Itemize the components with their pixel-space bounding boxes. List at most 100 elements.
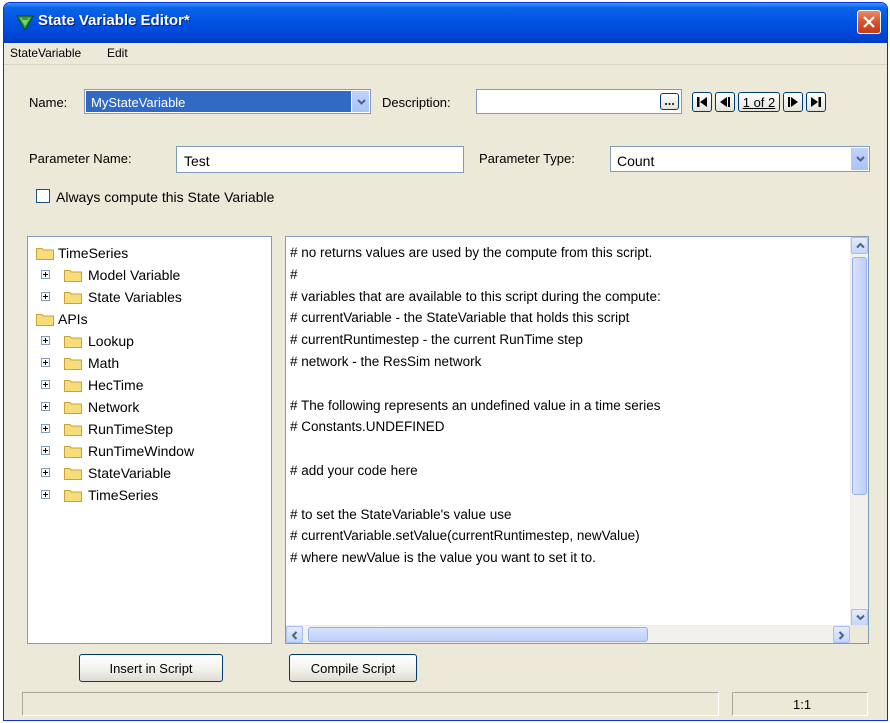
record-indicator[interactable]: 1 of 2 <box>738 92 780 112</box>
expand-plus-icon[interactable] <box>41 468 50 477</box>
api-tree[interactable]: TimeSeries Model Variable State Variable… <box>27 236 272 644</box>
expand-plus-icon[interactable] <box>41 402 50 411</box>
tree-node-label: Math <box>88 355 120 371</box>
tree-node-label: TimeSeries <box>58 245 129 261</box>
script-line: # The following represents an undefined … <box>290 397 661 413</box>
next-record-button[interactable] <box>783 92 803 112</box>
cursor-position: 1:1 <box>793 697 812 712</box>
close-button[interactable] <box>857 10 881 34</box>
script-line: # add your code here <box>290 462 418 478</box>
chevron-down-icon <box>357 98 366 105</box>
expand-plus-icon[interactable] <box>41 446 50 455</box>
previous-record-button[interactable] <box>715 92 735 112</box>
script-line: # Constants.UNDEFINED <box>290 419 445 435</box>
parameter-type-value: Count <box>617 153 655 169</box>
folder-icon <box>64 356 82 370</box>
name-combo[interactable]: MyStateVariable <box>84 89 371 114</box>
last-icon <box>811 97 821 107</box>
next-icon <box>788 97 798 107</box>
first-icon <box>697 97 707 107</box>
script-line: # no returns values are used by the comp… <box>290 245 653 260</box>
description-label: Description: <box>382 95 451 110</box>
first-record-button[interactable] <box>692 92 712 112</box>
tree-node-label: APIs <box>58 311 88 327</box>
expand-plus-icon[interactable] <box>41 380 50 389</box>
script-line <box>290 438 846 460</box>
chevron-up-icon <box>856 242 865 249</box>
previous-icon <box>720 97 730 107</box>
chevron-down-icon <box>856 614 865 621</box>
scroll-corner <box>850 625 868 643</box>
expand-plus-icon[interactable] <box>41 424 50 433</box>
script-line: # variables that are available to this s… <box>290 288 661 304</box>
last-record-button[interactable] <box>806 92 826 112</box>
script-line: # currentVariable - the StateVariable th… <box>290 310 630 326</box>
always-compute-label: Always compute this State Variable <box>56 189 275 205</box>
vertical-scrollbar[interactable] <box>850 237 868 626</box>
expand-plus-icon[interactable] <box>41 336 50 345</box>
tree-node-label: TimeSeries <box>88 487 159 503</box>
scroll-right-button[interactable] <box>833 626 850 643</box>
menu-edit[interactable]: Edit <box>107 46 128 60</box>
folder-icon <box>64 444 82 458</box>
parameter-type-label: Parameter Type: <box>479 151 575 166</box>
scroll-up-button[interactable] <box>851 237 868 254</box>
expand-plus-icon[interactable] <box>41 292 50 301</box>
menu-statevariable[interactable]: StateVariable <box>10 46 81 60</box>
folder-icon <box>64 466 82 480</box>
script-line: # currentVariable.setValue(currentRuntim… <box>290 528 640 544</box>
ellipsis-icon <box>665 103 674 105</box>
description-input[interactable] <box>476 89 682 114</box>
parameter-type-combo[interactable]: Count <box>610 146 870 172</box>
name-value: MyStateVariable <box>91 95 186 110</box>
script-editor[interactable]: # no returns values are used by the comp… <box>285 236 869 644</box>
expand-plus-icon[interactable] <box>41 490 50 499</box>
state-variable-editor-window: State Variable Editor* StateVariable Edi… <box>3 2 888 721</box>
tree-node-label: Model Variable <box>88 267 181 283</box>
folder-icon <box>64 488 82 502</box>
folder-icon <box>64 400 82 414</box>
tree-node-label: RunTimeWindow <box>88 443 195 459</box>
script-line: # currentRuntimestep - the current RunTi… <box>290 332 583 348</box>
status-message <box>22 692 719 716</box>
horizontal-scroll-thumb[interactable] <box>308 627 648 642</box>
tree-node-label: StateVariable <box>88 465 172 481</box>
folder-icon <box>64 378 82 392</box>
record-indicator-text: 1 of 2 <box>742 95 776 110</box>
title-bar[interactable]: State Variable Editor* <box>4 3 887 43</box>
vertical-scroll-thumb[interactable] <box>852 257 867 495</box>
parameter-name-input[interactable]: Test <box>176 146 464 173</box>
folder-icon <box>36 246 54 260</box>
expand-plus-icon[interactable] <box>41 358 50 367</box>
name-label: Name: <box>29 95 68 110</box>
window-title: State Variable Editor* <box>38 12 190 29</box>
tree-node-label: Network <box>88 399 140 415</box>
folder-icon <box>64 334 82 348</box>
parameter-name-label: Parameter Name: <box>29 151 132 166</box>
scroll-down-button[interactable] <box>851 609 868 626</box>
name-dropdown-button[interactable] <box>352 91 369 112</box>
script-line <box>290 373 846 395</box>
compile-script-button[interactable]: Compile Script <box>289 654 417 682</box>
folder-icon <box>36 312 54 326</box>
expand-plus-icon[interactable] <box>41 270 50 279</box>
tree-node-label: RunTimeStep <box>88 421 174 437</box>
always-compute-checkbox[interactable] <box>36 189 50 203</box>
script-text[interactable]: # no returns values are used by the comp… <box>290 242 846 569</box>
script-line: # where newValue is the value you want t… <box>290 550 596 566</box>
scroll-left-button[interactable] <box>286 626 303 643</box>
parameter-name-value: Test <box>184 153 210 169</box>
script-line: # to set the StateVariable's value use <box>290 506 512 522</box>
script-line: # network - the ResSim network <box>290 353 482 369</box>
status-bar: 1:1 <box>22 692 868 716</box>
menu-bar: StateVariable Edit <box>4 43 887 65</box>
folder-icon <box>64 290 82 304</box>
tree-node-label: Lookup <box>88 333 134 349</box>
description-more-button[interactable] <box>660 93 679 110</box>
app-icon <box>16 14 34 32</box>
tree-node-label: HecTime <box>88 377 144 393</box>
insert-in-script-button[interactable]: Insert in Script <box>79 654 223 682</box>
status-cursor-cell: 1:1 <box>732 692 868 716</box>
horizontal-scrollbar[interactable] <box>286 625 850 643</box>
parameter-type-dropdown-button[interactable] <box>851 148 868 170</box>
